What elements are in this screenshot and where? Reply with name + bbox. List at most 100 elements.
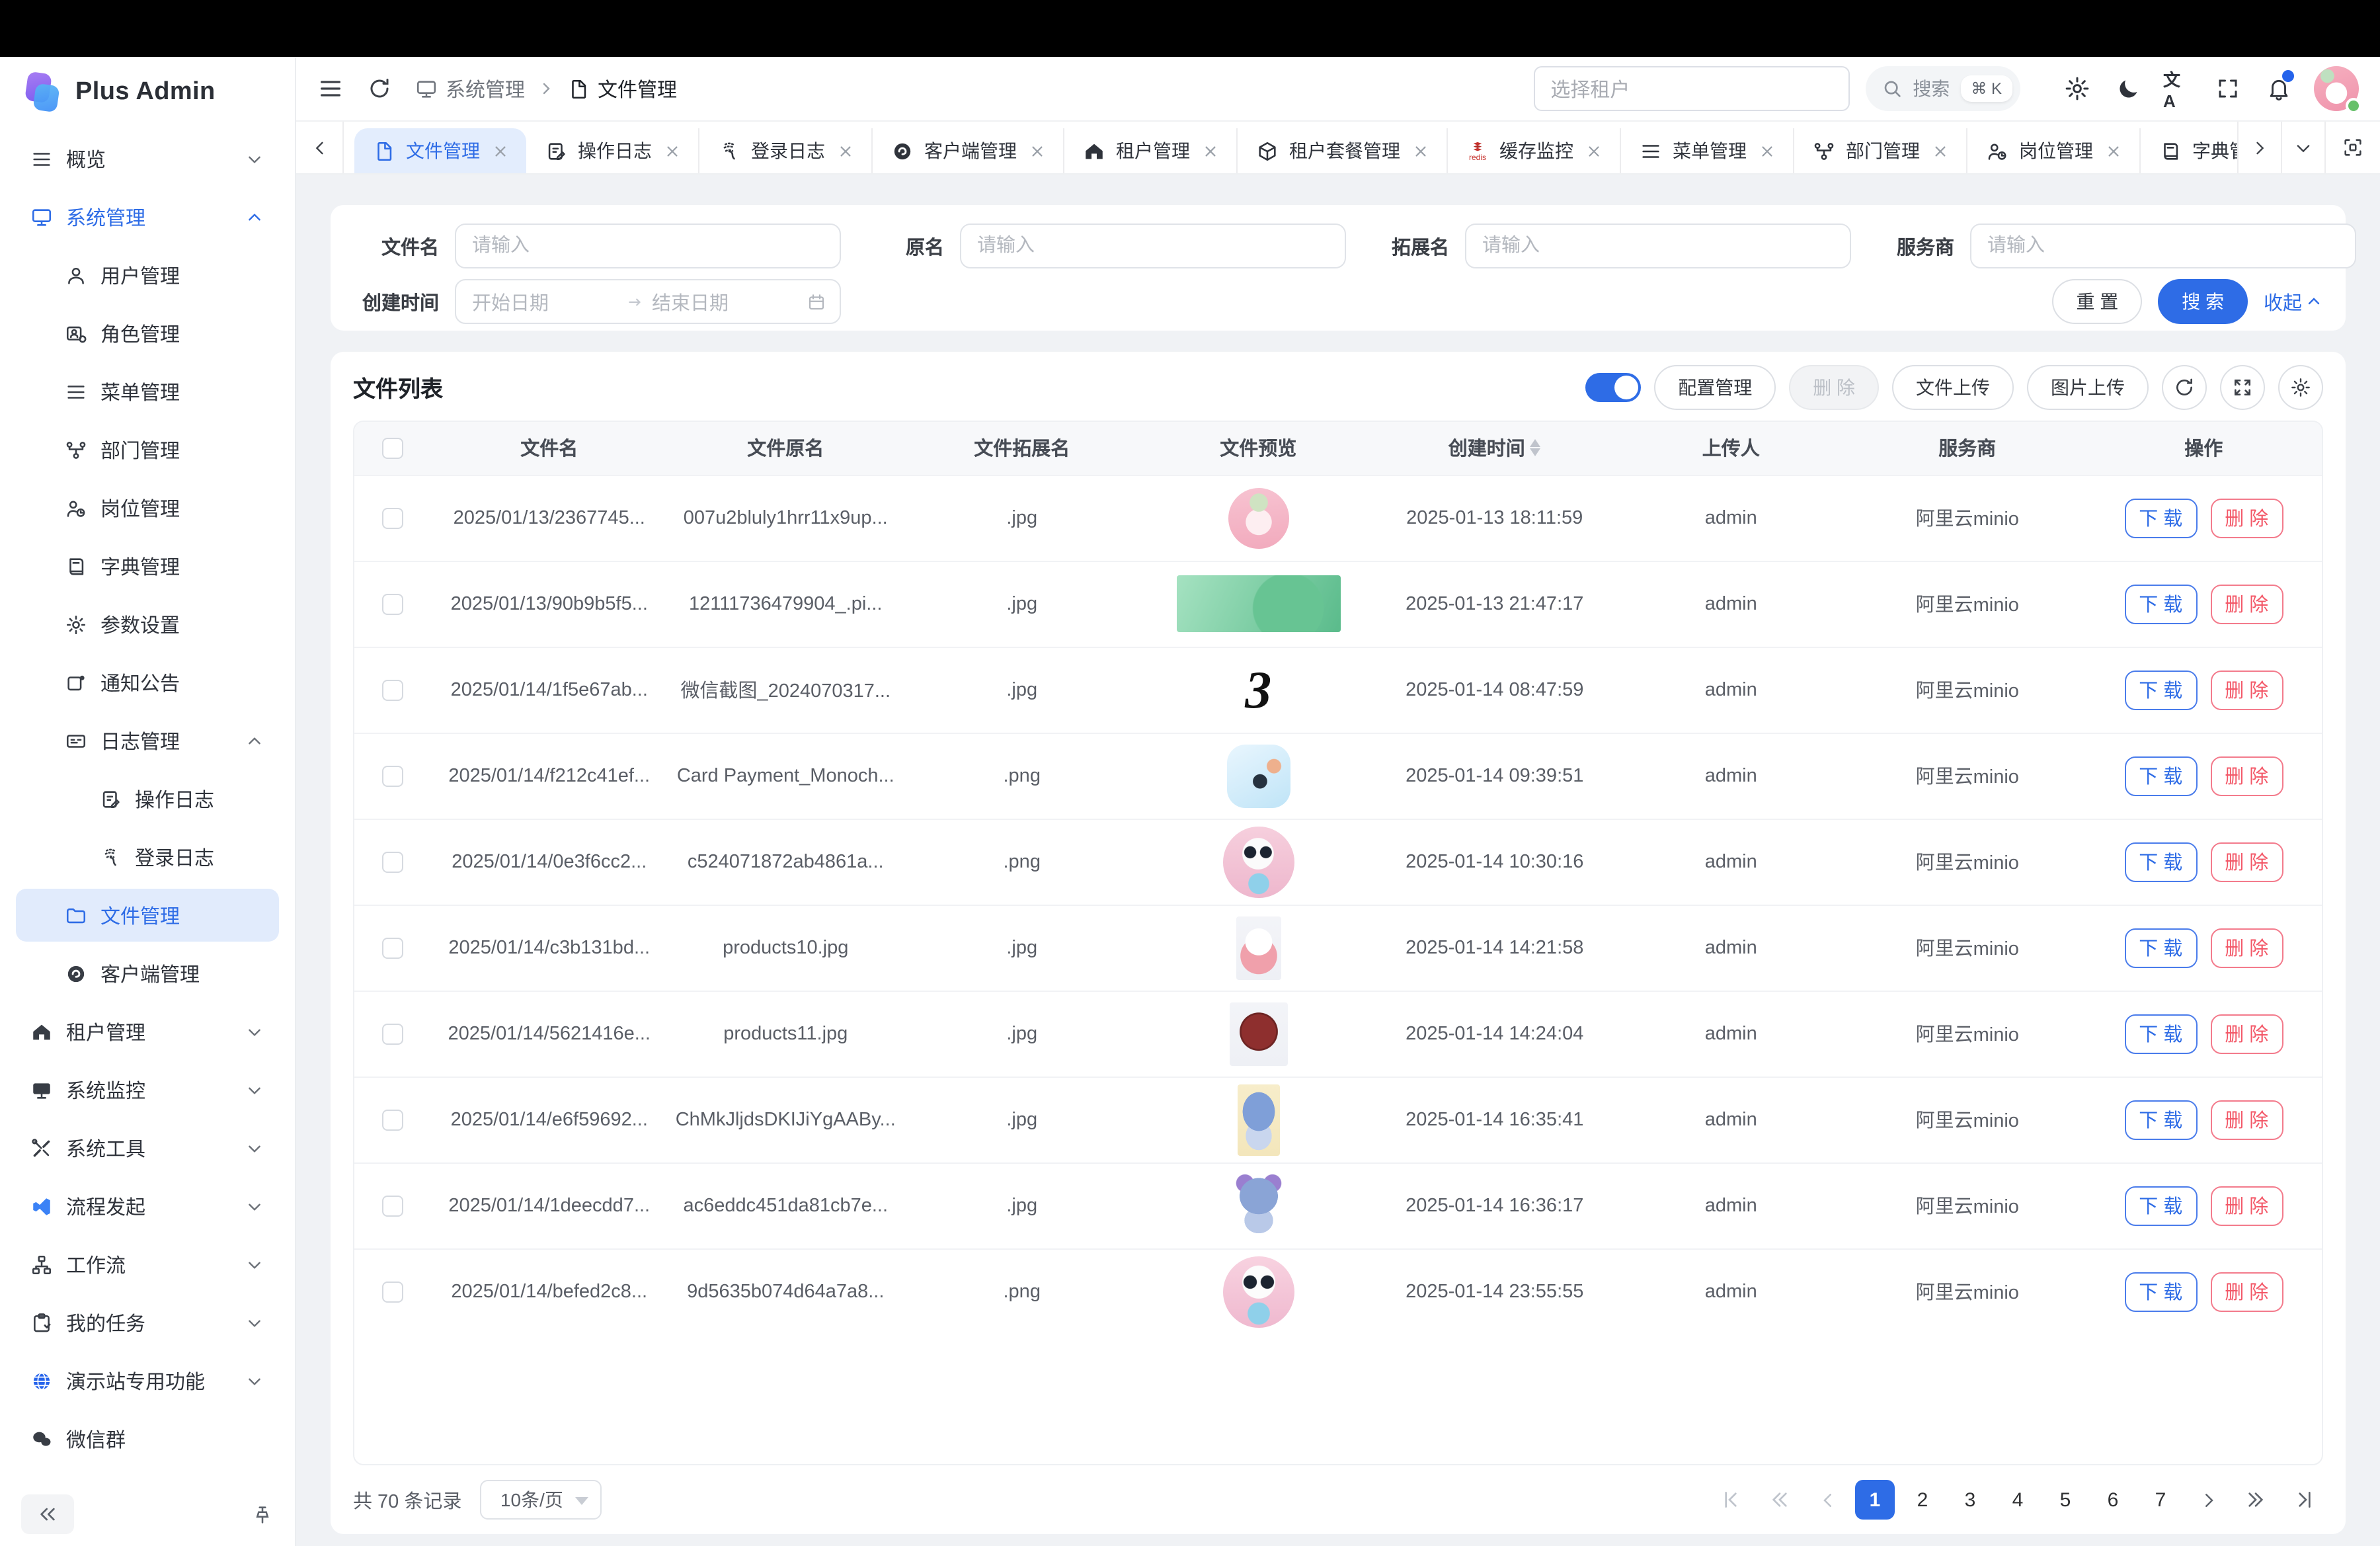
close-icon[interactable] bbox=[1587, 143, 1601, 158]
delete-button[interactable]: 删 除 bbox=[1789, 365, 1879, 410]
sidebar-item-log-mgmt[interactable]: 日志管理 bbox=[16, 714, 279, 767]
row-delete-button[interactable]: 删 除 bbox=[2210, 1272, 2283, 1312]
file-preview-image[interactable] bbox=[1229, 1002, 1287, 1066]
tab-dept-mgmt[interactable]: 部门管理 bbox=[1794, 128, 1967, 173]
file-preview-image[interactable] bbox=[1222, 827, 1294, 898]
sidebar-item-sys-monitor[interactable]: 系统监控 bbox=[16, 1063, 279, 1116]
download-button[interactable]: 下 载 bbox=[2124, 1186, 2197, 1226]
close-icon[interactable] bbox=[2106, 143, 2121, 158]
tab-cache-monitor[interactable]: redis缓存监控 bbox=[1448, 128, 1621, 173]
tab-menu-mgmt[interactable]: 菜单管理 bbox=[1621, 128, 1794, 173]
collapse-filter-link[interactable]: 收起 bbox=[2264, 288, 2322, 315]
sidebar-item-param-settings[interactable]: 参数设置 bbox=[16, 598, 279, 651]
row-checkbox[interactable] bbox=[382, 1024, 403, 1045]
row-checkbox[interactable] bbox=[382, 680, 403, 701]
sidebar-item-menu-mgmt[interactable]: 菜单管理 bbox=[16, 365, 279, 418]
tab-file-mgmt[interactable]: 文件管理 bbox=[354, 128, 526, 173]
table-refresh-icon[interactable] bbox=[2162, 365, 2207, 410]
download-button[interactable]: 下 载 bbox=[2124, 671, 2197, 710]
close-icon[interactable] bbox=[1413, 143, 1428, 158]
pin-sidebar-icon[interactable] bbox=[251, 1503, 274, 1526]
download-button[interactable]: 下 载 bbox=[2124, 756, 2197, 796]
tabs-scroll-right-icon[interactable] bbox=[2237, 122, 2281, 173]
prev-page-icon[interactable] bbox=[1807, 1480, 1847, 1520]
download-button[interactable]: 下 载 bbox=[2124, 585, 2197, 624]
page-button-2[interactable]: 2 bbox=[1903, 1480, 1942, 1520]
fullscreen-icon[interactable] bbox=[2213, 74, 2242, 103]
row-checkbox[interactable] bbox=[382, 938, 403, 959]
row-checkbox[interactable] bbox=[382, 594, 403, 615]
sidebar-item-dict-mgmt[interactable]: 字典管理 bbox=[16, 540, 279, 592]
page-button-5[interactable]: 5 bbox=[2045, 1480, 2085, 1520]
next-page-icon[interactable] bbox=[2188, 1480, 2228, 1520]
page-button-7[interactable]: 7 bbox=[2141, 1480, 2180, 1520]
column-settings-gear-icon[interactable] bbox=[2278, 365, 2323, 410]
file-preview-image[interactable]: 3 bbox=[1228, 657, 1289, 723]
file-preview-image[interactable] bbox=[1232, 1170, 1285, 1242]
tabs-scroll-left-icon[interactable] bbox=[296, 122, 344, 173]
image-upload-button[interactable]: 图片上传 bbox=[2027, 365, 2149, 410]
sidebar-item-client-mgmt[interactable]: 客户端管理 bbox=[16, 947, 279, 1000]
sidebar-item-workflow[interactable]: 工作流 bbox=[16, 1238, 279, 1291]
filename-input[interactable] bbox=[455, 224, 841, 268]
file-upload-button[interactable]: 文件上传 bbox=[1892, 365, 2014, 410]
notification-bell-icon[interactable] bbox=[2264, 74, 2293, 103]
search-button[interactable]: 搜 索 bbox=[2158, 279, 2248, 324]
close-icon[interactable] bbox=[493, 143, 508, 158]
reset-button[interactable]: 重 置 bbox=[2052, 279, 2142, 324]
tab-post-mgmt[interactable]: 岗位管理 bbox=[1967, 128, 2141, 173]
sidebar-item-file-mgmt[interactable]: 文件管理 bbox=[16, 889, 279, 942]
breadcrumb-item-system[interactable]: 系统管理 bbox=[415, 75, 525, 102]
sidebar-item-system-mgmt[interactable]: 系统管理 bbox=[16, 190, 279, 243]
row-delete-button[interactable]: 删 除 bbox=[2210, 1186, 2283, 1226]
global-search-button[interactable]: 搜索 ⌘ K bbox=[1865, 66, 2020, 111]
select-all-checkbox[interactable] bbox=[382, 438, 403, 459]
sidebar-item-op-log[interactable]: 操作日志 bbox=[16, 772, 279, 825]
download-button[interactable]: 下 载 bbox=[2124, 1272, 2197, 1312]
sidebar-item-wechat-group[interactable]: 微信群 bbox=[16, 1412, 279, 1465]
file-preview-image[interactable] bbox=[1237, 1084, 1279, 1156]
file-preview-image[interactable] bbox=[1236, 916, 1281, 980]
close-icon[interactable] bbox=[1933, 143, 1948, 158]
page-size-select[interactable]: 10条/页 bbox=[480, 1480, 602, 1520]
sidebar-item-role-mgmt[interactable]: 角色管理 bbox=[16, 307, 279, 360]
settings-gear-icon[interactable] bbox=[2063, 74, 2092, 103]
jump-forward-icon[interactable] bbox=[2236, 1480, 2276, 1520]
origname-input[interactable] bbox=[960, 224, 1346, 268]
file-preview-image[interactable] bbox=[1226, 745, 1290, 808]
tab-dict-mgmt[interactable]: 字典管理 bbox=[2141, 128, 2237, 173]
sidebar-item-sys-tools[interactable]: 系统工具 bbox=[16, 1121, 279, 1174]
download-button[interactable]: 下 载 bbox=[2124, 842, 2197, 882]
brand-logo[interactable]: Plus Admin bbox=[0, 57, 295, 127]
close-icon[interactable] bbox=[1030, 143, 1045, 158]
tab-client-mgmt[interactable]: 客户端管理 bbox=[873, 128, 1064, 173]
language-translate-icon[interactable]: 文A bbox=[2163, 74, 2192, 103]
download-button[interactable]: 下 载 bbox=[2124, 928, 2197, 968]
tabs-dropdown-icon[interactable] bbox=[2281, 122, 2324, 173]
extension-input[interactable] bbox=[1465, 224, 1851, 268]
row-checkbox[interactable] bbox=[382, 766, 403, 787]
page-button-4[interactable]: 4 bbox=[1998, 1480, 2038, 1520]
download-button[interactable]: 下 载 bbox=[2124, 1100, 2197, 1140]
last-page-icon[interactable] bbox=[2283, 1480, 2323, 1520]
row-checkbox[interactable] bbox=[382, 1196, 403, 1217]
row-delete-button[interactable]: 删 除 bbox=[2210, 1014, 2283, 1054]
column-header[interactable]: 创建时间 bbox=[1376, 434, 1613, 462]
tenant-select[interactable]: 选择租户 bbox=[1533, 66, 1849, 111]
download-button[interactable]: 下 载 bbox=[2124, 499, 2197, 538]
jump-back-icon[interactable] bbox=[1760, 1480, 1800, 1520]
dark-mode-moon-icon[interactable] bbox=[2113, 74, 2142, 103]
refresh-icon[interactable] bbox=[368, 77, 391, 101]
row-checkbox[interactable] bbox=[382, 1110, 403, 1131]
row-checkbox[interactable] bbox=[382, 508, 403, 529]
content-fullscreen-icon[interactable] bbox=[2324, 122, 2380, 173]
page-button-1[interactable]: 1 bbox=[1855, 1480, 1895, 1520]
tab-tenant-mgmt[interactable]: 租户管理 bbox=[1064, 128, 1238, 173]
row-delete-button[interactable]: 删 除 bbox=[2210, 585, 2283, 624]
sidebar-item-post-mgmt[interactable]: 岗位管理 bbox=[16, 481, 279, 534]
file-preview-image[interactable] bbox=[1176, 576, 1340, 633]
row-delete-button[interactable]: 删 除 bbox=[2210, 756, 2283, 796]
sidebar-item-overview[interactable]: 概览 bbox=[16, 132, 279, 185]
row-delete-button[interactable]: 删 除 bbox=[2210, 928, 2283, 968]
close-icon[interactable] bbox=[838, 143, 853, 158]
